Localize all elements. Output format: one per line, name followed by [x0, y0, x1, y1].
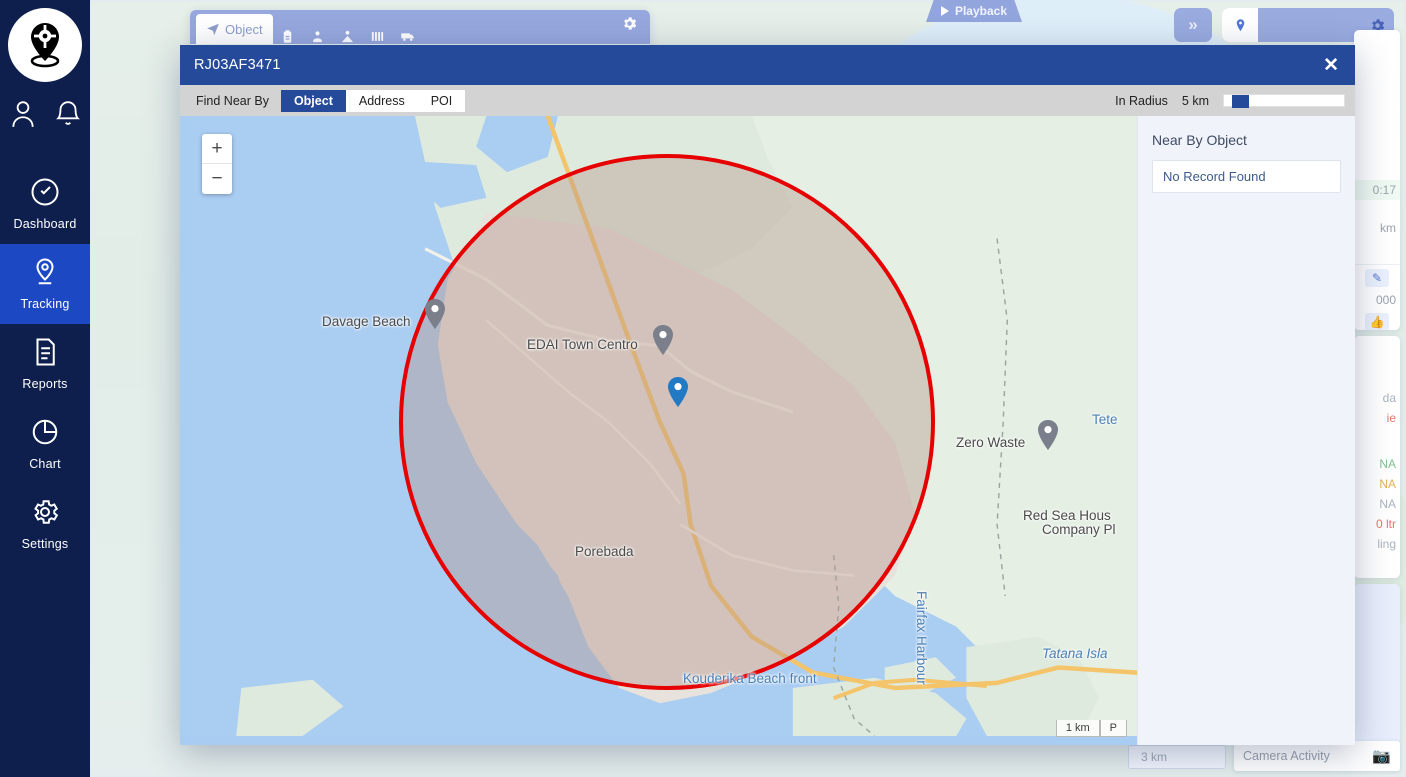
camera-icon: 📷 [1372, 747, 1391, 765]
radius-slider-thumb[interactable] [1232, 95, 1249, 108]
zoom-out-button[interactable]: − [202, 164, 232, 194]
location-pin-logo[interactable] [8, 8, 82, 82]
segment-object[interactable]: Object [281, 90, 346, 112]
thumbs-up-icon[interactable]: 👍 [1365, 313, 1389, 330]
person-area-icon[interactable] [333, 29, 363, 44]
close-icon[interactable]: ✕ [1321, 56, 1341, 75]
find-near-by-label: Find Near By [196, 94, 269, 108]
camera-activity-button[interactable]: Camera Activity 📷 [1234, 741, 1400, 771]
divider [1354, 264, 1400, 265]
play-icon [941, 6, 949, 16]
map-scale-bar: 1 km P [1056, 720, 1127, 737]
modal-header: RJ03AF3471 ✕ [180, 45, 1355, 85]
near-by-results-panel: Near By Object No Record Found [1137, 116, 1355, 745]
sidebar-item-reports[interactable]: Reports [0, 324, 90, 404]
segment-poi[interactable]: POI [418, 90, 466, 112]
sidebar-item-label: Dashboard [14, 217, 77, 231]
sidebar-item-label: Reports [22, 377, 67, 391]
map-scale-label: 1 km [1056, 720, 1100, 737]
expand-panel-button[interactable]: » [1174, 8, 1212, 42]
radius-value: 5 km [1182, 94, 1209, 108]
map-scale-chip: 3 km [1128, 745, 1226, 769]
map-view[interactable]: + − Davage BeachEDAI Town CentroZero Was… [180, 116, 1137, 745]
modal-body: + − Davage BeachEDAI Town CentroZero Was… [180, 116, 1355, 745]
document-icon [30, 337, 60, 377]
edit-icon[interactable]: ✎ [1365, 269, 1389, 287]
right-panel-b-4: NA [1354, 494, 1400, 514]
right-panel-time: 0:17 [1354, 180, 1400, 200]
grid-icon[interactable] [363, 29, 393, 44]
sidebar-items: Dashboard Tracking Reports Chart Settings [0, 164, 90, 564]
playback-button[interactable]: Playback [926, 0, 1022, 22]
right-panel-b-6: ling [1354, 534, 1400, 554]
sidebar-item-settings[interactable]: Settings [0, 484, 90, 564]
in-radius-label: In Radius [1115, 94, 1168, 108]
right-panel-odometer: 000 [1354, 290, 1400, 310]
map-pin-icon [1222, 8, 1258, 42]
sidebar-item-dashboard[interactable]: Dashboard [0, 164, 90, 244]
clipboard-icon[interactable] [273, 29, 303, 44]
sidebar-item-tracking[interactable]: Tracking [0, 244, 90, 324]
radius-circle-overlay [399, 154, 935, 690]
camera-activity-label: Camera Activity [1243, 749, 1372, 763]
right-info-panel-extra [1354, 584, 1400, 744]
right-panel-b-1: ie [1354, 408, 1400, 428]
near-by-modal: RJ03AF3471 ✕ Find Near By Object Address… [180, 45, 1355, 745]
sidebar-item-label: Tracking [20, 297, 69, 311]
sidebar-nav: Dashboard Tracking Reports Chart Settings [0, 0, 90, 777]
map-zoom-controls: + − [202, 134, 232, 194]
gear-icon [30, 497, 60, 537]
right-panel-b-5: 0 ltr [1354, 514, 1400, 534]
near-by-title: Near By Object [1152, 132, 1341, 148]
map-pin-icon [30, 257, 60, 297]
modal-title: RJ03AF3471 [194, 57, 281, 73]
map-attribution[interactable]: P [1100, 720, 1127, 737]
sidebar-item-chart[interactable]: Chart [0, 404, 90, 484]
right-panel-b-2: NA [1354, 454, 1400, 474]
find-near-by-segmented-control: Object Address POI [281, 90, 465, 112]
right-info-panel-top: 0:17 km ✎ 000 👍 [1354, 30, 1400, 330]
playback-label: Playback [955, 4, 1007, 18]
near-by-empty-message: No Record Found [1152, 160, 1341, 193]
object-panel-settings-icon[interactable] [621, 15, 638, 37]
zoom-in-button[interactable]: + [202, 134, 232, 164]
sidebar-top-icons [0, 100, 90, 133]
segment-address[interactable]: Address [346, 90, 418, 112]
radius-slider[interactable] [1223, 94, 1345, 107]
sidebar-item-label: Chart [29, 457, 61, 471]
pie-chart-icon [30, 417, 60, 457]
person-pin-icon[interactable] [303, 29, 333, 44]
right-panel-b-0: da [1354, 388, 1400, 408]
user-icon[interactable] [10, 100, 36, 133]
right-info-panel-bottom: da ie NA NA NA 0 ltr ling [1354, 336, 1400, 578]
object-panel-tabs: Object [190, 10, 650, 44]
tab-object-label: Object [225, 22, 263, 37]
speedometer-icon [30, 177, 60, 217]
tab-object[interactable]: Object [196, 14, 273, 44]
truck-icon[interactable] [393, 29, 423, 44]
radius-control: In Radius 5 km [1115, 94, 1345, 108]
app-root: Playback » Object [0, 0, 1406, 777]
sidebar-item-label: Settings [22, 537, 69, 551]
bell-icon[interactable] [55, 100, 81, 133]
modal-toolbar: Find Near By Object Address POI In Radiu… [180, 85, 1355, 116]
right-panel-distance-unit: km [1354, 218, 1400, 238]
right-panel-b-3: NA [1354, 474, 1400, 494]
